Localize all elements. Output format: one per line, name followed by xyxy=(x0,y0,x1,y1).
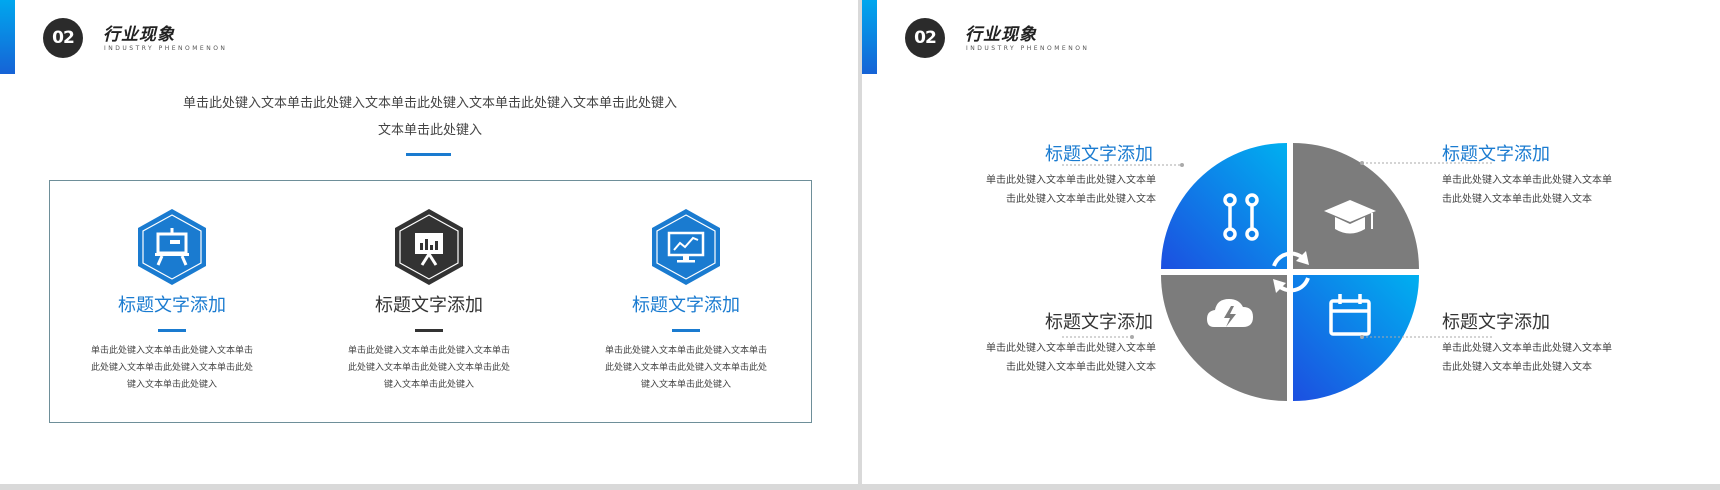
item-3-text: 单击此处键入文本单击此处键入文本单击此处键入文本单击此处键入文本 xyxy=(986,343,1156,373)
presentation-easel-icon xyxy=(138,209,206,285)
accent-bar xyxy=(862,0,877,74)
item-2-title: 标题文字添加 xyxy=(1442,144,1550,165)
item-4-title: 标题文字添加 xyxy=(1442,312,1550,333)
presentation-board-chart-icon xyxy=(395,209,463,285)
card-1-title: 标题文字添加 xyxy=(118,295,226,316)
monitor-trend-chart-icon xyxy=(652,209,720,285)
card-3: 标题文字添加 单击此处键入文本单击此处键入文本单击此处键入文本单击此处键入文本单… xyxy=(601,207,771,394)
card-1-text: 单击此处键入文本单击此处键入文本单击此处键入文本单击此处键入文本单击此处键入文本… xyxy=(90,346,253,390)
slide-right: 02 行业现象 INDUSTRY PHENOMENON 标题文字添加 单击此处键… xyxy=(862,0,1720,484)
accent-bar xyxy=(0,0,15,74)
intro-text: 单击此处键入文本单击此处键入文本单击此处键入文本单击此处键入文本单击此处键入文本… xyxy=(182,96,677,138)
section-title: 行业现象 xyxy=(103,25,175,45)
card-3-text: 单击此处键入文本单击此处键入文本单击此处键入文本单击此处键入文本单击此处键入文本… xyxy=(604,346,767,390)
item-1-text: 单击此处键入文本单击此处键入文本单击此处键入文本单击此处键入文本 xyxy=(986,175,1156,205)
card-2-title: 标题文字添加 xyxy=(375,295,483,316)
item-2-text: 单击此处键入文本单击此处键入文本单击此处键入文本单击此处键入文本 xyxy=(1442,175,1612,205)
card-2: 标题文字添加 单击此处键入文本单击此处键入文本单击此处键入文本单击此处键入文本单… xyxy=(344,207,514,394)
section-title: 行业现象 xyxy=(965,25,1037,45)
slide-left: 02 行业现象 INDUSTRY PHENOMENON 单击此处键入文本单击此处… xyxy=(0,0,858,484)
card-1-rule xyxy=(158,329,186,332)
item-3-title: 标题文字添加 xyxy=(1045,312,1153,333)
card-2-rule xyxy=(415,329,443,332)
item-4-text: 单击此处键入文本单击此处键入文本单击此处键入文本单击此处键入文本 xyxy=(1442,343,1612,373)
section-number-badge: 02 xyxy=(905,18,945,58)
section-subtitle: INDUSTRY PHENOMENON xyxy=(104,45,228,52)
item-1-title: 标题文字添加 xyxy=(1045,144,1153,165)
intro-divider xyxy=(406,153,451,156)
card-3-rule xyxy=(672,329,700,332)
section-subtitle: INDUSTRY PHENOMENON xyxy=(966,45,1090,52)
card-1: 标题文字添加 单击此处键入文本单击此处键入文本单击此处键入文本单击此处键入文本单… xyxy=(87,207,257,394)
card-2-text: 单击此处键入文本单击此处键入文本单击此处键入文本单击此处键入文本单击此处键入文本… xyxy=(347,346,510,390)
section-number-badge: 02 xyxy=(43,18,83,58)
card-3-title: 标题文字添加 xyxy=(632,295,740,316)
